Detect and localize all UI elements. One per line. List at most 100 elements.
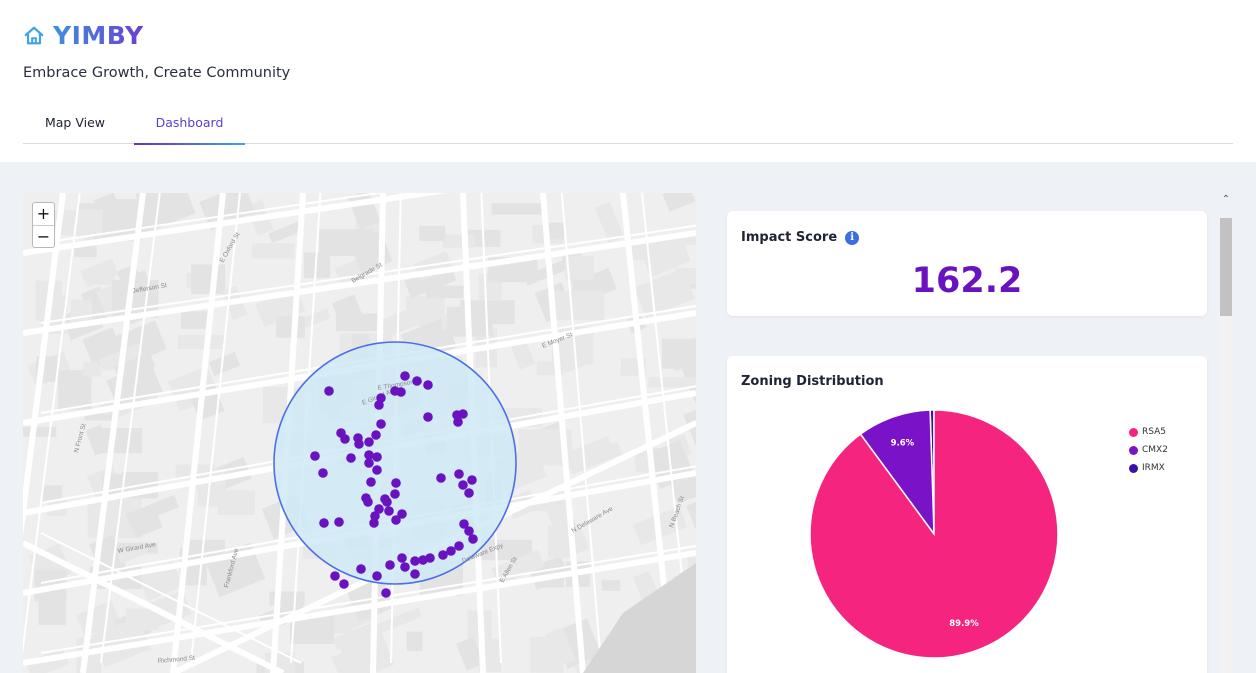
property-pin[interactable] [397, 553, 407, 563]
zoning-distribution-card: Zoning Distribution 9.6% 89.9% RSA5 CMX2 … [727, 356, 1207, 673]
property-pin[interactable] [334, 517, 344, 527]
search-radius [273, 341, 517, 585]
pie-slice-rsa5[interactable] [809, 409, 1059, 659]
property-pin[interactable] [340, 434, 350, 444]
scrollbar-track[interactable] [1220, 218, 1232, 673]
property-pin[interactable] [366, 477, 376, 487]
legend-swatch [1129, 463, 1138, 473]
legend-item-rsa5[interactable]: RSA5 [1129, 423, 1168, 441]
impact-score-value: 162.2 [911, 261, 1023, 301]
property-pin[interactable] [454, 469, 464, 479]
property-pin[interactable] [385, 560, 395, 570]
property-pin[interactable] [400, 562, 410, 572]
city-block [276, 316, 305, 338]
brand[interactable]: YIMBY [23, 21, 144, 50]
city-block [126, 608, 159, 631]
tab-label: Map View [44, 115, 106, 130]
city-block [601, 580, 621, 591]
city-block [491, 203, 543, 215]
property-pin[interactable] [330, 571, 340, 581]
property-pin[interactable] [372, 465, 382, 475]
tab-map-view[interactable]: Map View [23, 104, 127, 144]
property-pin[interactable] [467, 475, 477, 485]
city-block [177, 335, 225, 350]
chevron-up-icon[interactable]: ⌃ [1219, 194, 1233, 208]
pie-label-cmx2: 9.6% [891, 439, 915, 449]
property-pin[interactable] [376, 419, 386, 429]
legend-item-cmx2[interactable]: CMX2 [1129, 441, 1168, 459]
property-pin[interactable] [436, 473, 446, 483]
property-pin[interactable] [354, 439, 364, 449]
legend-label: RSA5 [1142, 427, 1167, 437]
property-pin[interactable] [438, 550, 448, 560]
property-pin[interactable] [397, 509, 407, 519]
pie-label-rsa5: 89.9% [949, 619, 979, 629]
impact-title: Impact Score i [741, 230, 860, 245]
city-block [38, 591, 66, 626]
property-pin[interactable] [453, 417, 463, 427]
city-block [442, 234, 475, 248]
city-block [406, 631, 423, 651]
city-block [100, 428, 143, 454]
property-pin[interactable] [382, 497, 392, 507]
tab-dashboard[interactable]: Dashboard [134, 104, 245, 145]
map-panel[interactable]: E Girard AveDelaware ExpyN Delaware AveE… [23, 193, 696, 673]
tab-bar: Map View Dashboard [23, 104, 1233, 145]
property-pin[interactable] [356, 564, 366, 574]
city-block [661, 338, 696, 369]
property-pin[interactable] [381, 588, 391, 598]
legend-swatch [1129, 427, 1138, 437]
city-block [191, 264, 226, 295]
property-pin[interactable] [369, 518, 379, 528]
zoom-in-button[interactable]: + [33, 203, 54, 225]
scrollbar-thumb[interactable] [1220, 218, 1232, 316]
legend-item-irmx[interactable]: IRMX [1129, 459, 1168, 477]
property-pin[interactable] [363, 497, 373, 507]
property-pin[interactable] [410, 556, 420, 566]
property-pin[interactable] [364, 437, 374, 447]
property-pin[interactable] [423, 380, 433, 390]
property-pin[interactable] [396, 387, 406, 397]
tab-label: Dashboard [155, 115, 224, 130]
property-pin[interactable] [372, 452, 382, 462]
impact-score-card: Impact Score i 162.2 [727, 211, 1207, 316]
property-pin[interactable] [346, 453, 356, 463]
tagline: Embrace Growth, Create Community [23, 65, 291, 81]
property-pin[interactable] [458, 480, 468, 490]
app-name: YIMBY [53, 21, 144, 50]
property-pin[interactable] [324, 386, 334, 396]
city-block [426, 285, 464, 299]
info-icon[interactable]: i [845, 230, 860, 245]
property-pin[interactable] [364, 458, 374, 468]
legend-swatch [1129, 445, 1138, 455]
zoom-control: + − [32, 202, 55, 248]
property-pin[interactable] [412, 376, 422, 386]
city-block [648, 377, 696, 388]
property-pin[interactable] [318, 468, 328, 478]
property-pin[interactable] [371, 430, 381, 440]
city-block [419, 225, 446, 242]
zoom-out-button[interactable]: − [33, 225, 54, 247]
house-icon [24, 26, 44, 44]
property-pin[interactable] [339, 579, 349, 589]
property-pin[interactable] [374, 400, 384, 410]
property-pin[interactable] [319, 518, 329, 528]
city-block [23, 426, 57, 437]
map-canvas[interactable]: E Girard AveDelaware ExpyN Delaware AveE… [23, 193, 696, 673]
property-pin[interactable] [390, 489, 400, 499]
property-pin[interactable] [400, 371, 410, 381]
property-pin[interactable] [384, 506, 394, 516]
property-pin[interactable] [468, 534, 478, 544]
property-pin[interactable] [372, 571, 382, 581]
property-pin[interactable] [391, 478, 401, 488]
property-pin[interactable] [458, 409, 468, 419]
legend-label: IRMX [1142, 463, 1165, 473]
property-pin[interactable] [310, 451, 320, 461]
property-pin[interactable] [410, 569, 420, 579]
zoning-title: Zoning Distribution [741, 374, 884, 389]
property-pin[interactable] [464, 488, 474, 498]
zoning-pie-chart[interactable]: 9.6% 89.9% [809, 409, 1059, 659]
property-pin[interactable] [454, 541, 464, 551]
property-pin[interactable] [423, 412, 433, 422]
city-block [547, 222, 565, 240]
